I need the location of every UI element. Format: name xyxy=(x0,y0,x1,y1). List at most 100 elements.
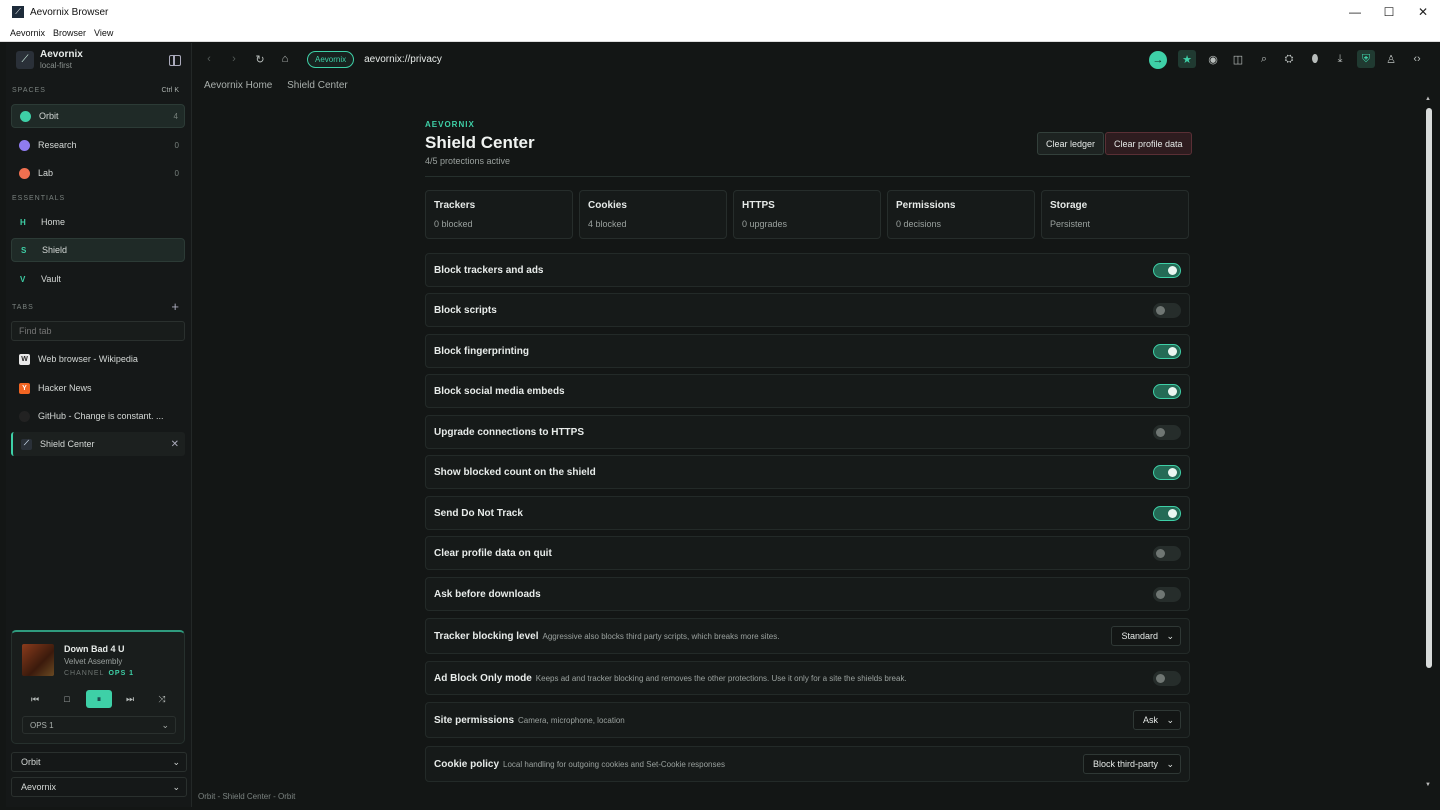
app-icon: ⟋ xyxy=(12,6,24,18)
brand: ⟋ Aevornix local-first xyxy=(16,49,83,70)
identity-chip[interactable]: Aevornix xyxy=(307,50,355,68)
url-text[interactable]: aevornix://privacy xyxy=(364,54,442,65)
toggle-switch[interactable] xyxy=(1153,425,1181,440)
space-orbit[interactable]: Orbit 4 xyxy=(11,104,185,128)
setting-label: Ad Block Only mode xyxy=(434,672,532,684)
forward-icon[interactable]: › xyxy=(225,50,243,68)
download-icon[interactable]: ⤓ xyxy=(1331,50,1349,68)
tab-github[interactable]: GitHub - Change is constant. ... xyxy=(11,404,185,428)
reload-icon[interactable]: ↻ xyxy=(251,50,269,68)
title-bar: ⟋ Aevornix Browser — ☐ ✕ xyxy=(0,0,1440,24)
new-tab-plus-icon[interactable]: + xyxy=(171,299,179,314)
space-lab[interactable]: Lab 0 xyxy=(11,161,185,185)
toggle-switch[interactable] xyxy=(1153,384,1181,399)
status-bar: Orbit - Shield Center - Orbit xyxy=(198,791,296,801)
space-select[interactable]: Orbit ⌄ xyxy=(11,752,187,772)
site-permissions-select[interactable]: Ask ⌄ xyxy=(1132,710,1181,730)
find-tab-input[interactable] xyxy=(11,321,185,341)
menu-view[interactable]: View xyxy=(94,28,113,38)
eye-icon[interactable]: ◉ xyxy=(1204,50,1222,68)
toggle-switch[interactable] xyxy=(1153,263,1181,278)
divider xyxy=(425,176,1190,177)
next-track-icon[interactable]: ⏭ xyxy=(117,690,143,708)
essential-shield[interactable]: S Shield xyxy=(11,238,185,262)
stat-value: 0 blocked xyxy=(434,219,473,229)
channel-select[interactable]: OPS 1 ⌄ xyxy=(22,716,176,734)
toggle-switch[interactable] xyxy=(1153,587,1181,602)
channel-info: CHANNEL OPS 1 xyxy=(64,670,134,677)
maximize-button[interactable]: ☐ xyxy=(1372,0,1406,24)
incognito-icon[interactable]: ⛭ xyxy=(1280,50,1298,68)
scroll-up-icon[interactable]: ▲ xyxy=(1425,96,1431,102)
tracker-level-select[interactable]: Standard ⌄ xyxy=(1111,626,1181,646)
setting-show-blocked-count: Show blocked count on the shield xyxy=(425,455,1190,489)
clear-profile-data-button[interactable]: Clear profile data xyxy=(1105,132,1192,155)
profile-select[interactable]: Aevornix ⌄ xyxy=(11,777,187,797)
setting-block-social-embeds: Block social media embeds xyxy=(425,374,1190,408)
vault-letter-icon: V xyxy=(20,274,26,284)
breadcrumb-current[interactable]: Shield Center xyxy=(287,80,348,91)
toggle-switch[interactable] xyxy=(1153,546,1181,561)
menu-aevornix[interactable]: Aevornix xyxy=(10,28,45,38)
close-tab-icon[interactable]: ✕ xyxy=(171,439,179,450)
breadcrumb-home[interactable]: Aevornix Home xyxy=(204,80,272,91)
page-scrollbar[interactable]: ▲ ▼ xyxy=(1424,96,1434,788)
spaces-heading: SPACES xyxy=(12,87,46,94)
clear-ledger-button[interactable]: Clear ledger xyxy=(1037,132,1105,155)
bookmark-star-icon[interactable]: ★ xyxy=(1178,50,1196,68)
setting-label: Send Do Not Track xyxy=(434,507,523,519)
toggle-switch[interactable] xyxy=(1153,344,1181,359)
stop-icon[interactable]: □ xyxy=(54,690,80,708)
menu-browser[interactable]: Browser xyxy=(53,28,86,38)
stat-label: HTTPS xyxy=(742,200,775,211)
search-icon[interactable]: ⌕ xyxy=(1255,50,1273,68)
extension-icon[interactable]: ⬮ xyxy=(1306,50,1324,68)
tab-wikipedia[interactable]: W Web browser - Wikipedia xyxy=(11,347,185,371)
space-select-value: Orbit xyxy=(21,757,41,767)
previous-track-icon[interactable]: ⏮ xyxy=(22,690,48,708)
pause-icon[interactable]: ⏸ xyxy=(86,690,112,708)
setting-label: Clear profile data on quit xyxy=(434,547,552,559)
tab-shield-center[interactable]: ⟋ Shield Center ✕ xyxy=(11,432,185,456)
sidebar-toggle-icon[interactable] xyxy=(169,55,181,66)
home-icon[interactable]: ⌂ xyxy=(276,50,294,68)
split-view-icon[interactable]: ◫ xyxy=(1229,50,1247,68)
back-icon[interactable]: ‹ xyxy=(200,50,218,68)
setting-label: Ask before downloads xyxy=(434,588,541,600)
toggle-switch[interactable] xyxy=(1153,506,1181,521)
stat-cookies: Cookies 4 blocked xyxy=(579,190,727,239)
cookie-policy-select[interactable]: Block third-party ⌄ xyxy=(1082,754,1181,774)
channel-label: CHANNEL xyxy=(64,670,105,677)
setting-block-trackers: Block trackers and ads xyxy=(425,253,1190,287)
address-bar[interactable]: Aevornix aevornix://privacy xyxy=(307,50,442,68)
chevron-down-icon: ⌄ xyxy=(172,781,180,792)
shuffle-icon[interactable]: ⤨ xyxy=(149,690,175,708)
space-dot-icon xyxy=(19,167,30,179)
space-count: 0 xyxy=(174,168,179,178)
stat-label: Cookies xyxy=(588,200,627,211)
space-dot-icon xyxy=(20,110,31,122)
scroll-thumb[interactable] xyxy=(1426,108,1432,668)
space-research[interactable]: Research 0 xyxy=(11,133,185,157)
track-title: Down Bad 4 U xyxy=(64,644,125,654)
minimize-button[interactable]: — xyxy=(1338,0,1372,24)
close-window-button[interactable]: ✕ xyxy=(1406,0,1440,24)
space-count: 4 xyxy=(173,111,178,121)
devtools-code-icon[interactable]: ‹› xyxy=(1408,50,1426,68)
toggle-switch[interactable] xyxy=(1153,465,1181,480)
stat-value: 0 upgrades xyxy=(742,219,788,229)
essential-vault[interactable]: V Vault xyxy=(11,267,185,291)
toggle-switch[interactable] xyxy=(1153,303,1181,318)
setting-do-not-track: Send Do Not Track xyxy=(425,496,1190,530)
profile-icon[interactable]: ♙ xyxy=(1382,50,1400,68)
chevron-down-icon: ⌄ xyxy=(1166,714,1174,725)
home-letter-icon: H xyxy=(20,217,26,227)
toggle-switch[interactable] xyxy=(1153,671,1181,686)
page-eyebrow: AEVORNIX xyxy=(425,120,475,129)
essential-home[interactable]: H Home xyxy=(11,210,185,234)
scroll-down-icon[interactable]: ▼ xyxy=(1425,782,1431,788)
select-value: Block third-party xyxy=(1092,759,1158,769)
tab-hacker-news[interactable]: Y Hacker News xyxy=(11,376,185,400)
shield-icon[interactable]: ⛨ xyxy=(1357,50,1375,68)
go-arrow-icon[interactable]: → xyxy=(1149,51,1167,69)
